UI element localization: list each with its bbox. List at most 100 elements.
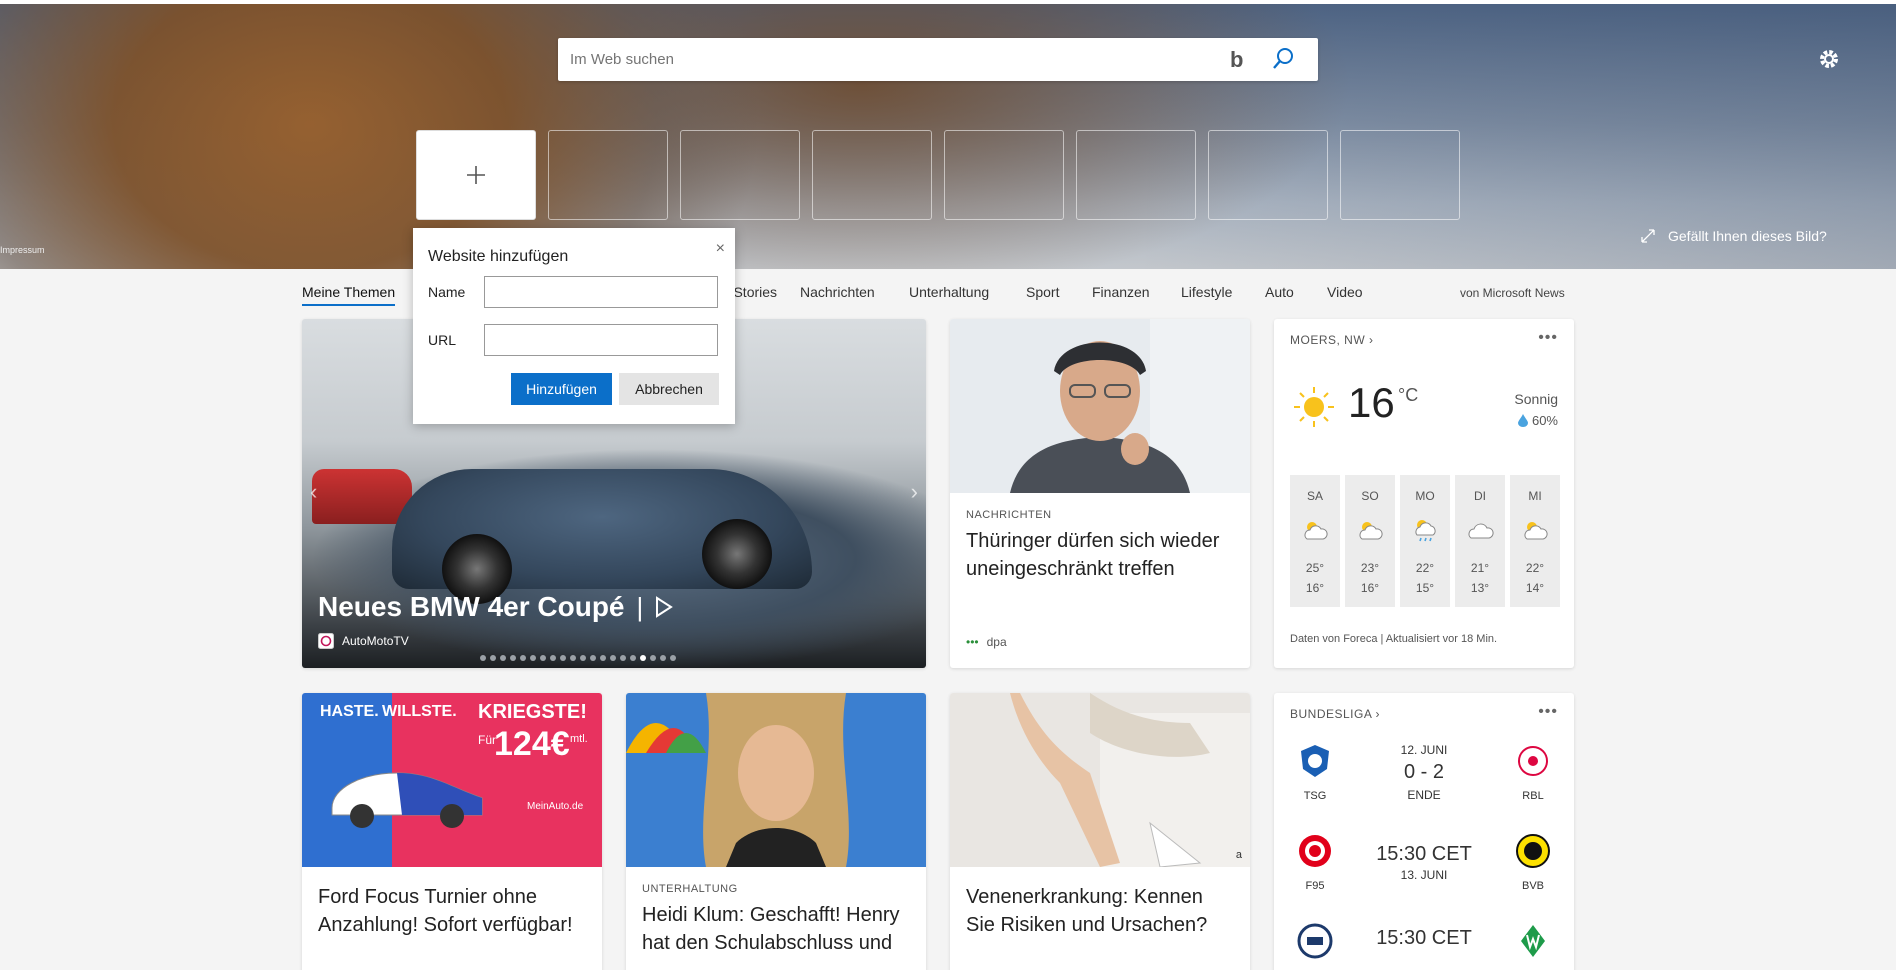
ad-title[interactable]: Ford Focus Turnier ohne Anzahlung! Sofor…	[318, 883, 586, 939]
news-card[interactable]: NACHRICHTEN Thüringer dürfen sich wieder…	[950, 319, 1250, 668]
tab-sport[interactable]: Sport	[1026, 284, 1059, 300]
empty-tile[interactable]	[944, 130, 1064, 220]
carousel-dot[interactable]	[640, 655, 646, 661]
carousel-dot[interactable]	[500, 655, 506, 661]
carousel-dot[interactable]	[540, 655, 546, 661]
tab-auto[interactable]: Auto	[1265, 284, 1294, 300]
news-category: UNTERHALTUNG	[642, 883, 738, 895]
search-input[interactable]	[570, 38, 1210, 81]
tab-meine-themen[interactable]: Meine Themen	[302, 284, 396, 306]
url-field[interactable]	[484, 324, 718, 356]
search-icon[interactable]	[1270, 46, 1296, 72]
carousel-dot[interactable]	[520, 655, 526, 661]
carousel-dot[interactable]	[610, 655, 616, 661]
bing-icon[interactable]: b	[1230, 47, 1254, 73]
gear-icon[interactable]	[1816, 46, 1842, 72]
carousel-dot[interactable]	[570, 655, 576, 661]
headline-text[interactable]: Neues BMW 4er Coupé	[318, 591, 625, 623]
name-field[interactable]	[484, 276, 718, 308]
high-temp: 25°	[1305, 561, 1325, 575]
empty-tile[interactable]	[1076, 130, 1196, 220]
team-logo-icon	[1297, 923, 1333, 959]
feedback-label[interactable]: Gefällt Ihnen dieses Bild?	[1668, 228, 1827, 244]
expand-icon[interactable]	[1640, 228, 1656, 244]
low-temp: 16°	[1305, 581, 1325, 595]
image-feedback[interactable]: Gefällt Ihnen dieses Bild?	[1640, 228, 1827, 244]
add-site-tile[interactable]	[416, 130, 536, 220]
carousel-dot[interactable]	[560, 655, 566, 661]
tab-unterhaltung[interactable]: Unterhaltung	[909, 284, 989, 300]
forecast-day[interactable]: MI 22° 14°	[1510, 475, 1560, 607]
empty-tile[interactable]	[1340, 130, 1460, 220]
location-label[interactable]: MOERS, NW	[1290, 333, 1365, 347]
news-title[interactable]: Thüringer dürfen sich wieder uneingeschr…	[966, 527, 1234, 583]
away-team[interactable]: BVB	[1508, 833, 1558, 892]
league-link[interactable]: BUNDESLIGA ›	[1290, 707, 1380, 721]
wheel	[702, 519, 772, 589]
carousel-dot[interactable]	[650, 655, 656, 661]
tab-lifestyle[interactable]: Lifestyle	[1181, 284, 1232, 300]
impressum-link[interactable]: Impressum	[0, 245, 45, 255]
more-options-icon[interactable]: •••	[1538, 329, 1558, 347]
home-team[interactable]: F95	[1290, 833, 1340, 892]
carousel-dot[interactable]	[600, 655, 606, 661]
news-source[interactable]: von Microsoft News	[1460, 286, 1565, 300]
car-image	[331, 772, 483, 828]
carousel-dot[interactable]	[670, 655, 676, 661]
weather-location[interactable]: MOERS, NW ›	[1290, 333, 1374, 347]
ad-title[interactable]: Venenerkrankung: Kennen Sie Risiken und …	[966, 883, 1234, 939]
tab-nachrichten[interactable]: Nachrichten	[800, 284, 875, 300]
temperature-unit[interactable]: °C	[1398, 385, 1418, 406]
ad-card[interactable]: a Venenerkrankung: Kennen Sie Risiken un…	[950, 693, 1250, 970]
news-card[interactable]: UNTERHALTUNG Heidi Klum: Geschafft! Henr…	[626, 693, 926, 970]
add-button[interactable]: Hinzufügen	[511, 373, 612, 405]
forecast-day[interactable]: SA 25° 16°	[1290, 475, 1340, 607]
carousel-headline[interactable]: Neues BMW 4er Coupé |	[318, 591, 674, 623]
carousel-dot[interactable]	[620, 655, 626, 661]
carousel-dot[interactable]	[510, 655, 516, 661]
news-title[interactable]: Heidi Klum: Geschafft! Henry hat den Sch…	[642, 901, 910, 957]
high-temp: 22°	[1525, 561, 1545, 575]
forecast-day[interactable]: MO 22° 15°	[1400, 475, 1450, 607]
home-team[interactable]: TSG	[1290, 743, 1340, 802]
tab-video[interactable]: Video	[1327, 284, 1363, 300]
carousel-dot[interactable]	[550, 655, 556, 661]
play-icon[interactable]	[655, 596, 674, 618]
ad-text: KRIEGSTE!	[478, 701, 587, 723]
empty-tile[interactable]	[1208, 130, 1328, 220]
team-name: BVB	[1521, 880, 1544, 892]
carousel-dot[interactable]	[580, 655, 586, 661]
forecast-day[interactable]: DI 21° 13°	[1455, 475, 1505, 607]
forecast-day[interactable]: SO 23° 16°	[1345, 475, 1395, 607]
empty-tile[interactable]	[680, 130, 800, 220]
chevron-left-icon[interactable]: ‹	[310, 479, 317, 505]
away-team[interactable]: RBL	[1508, 743, 1558, 802]
publisher: AutoMotoTV	[318, 633, 409, 649]
more-options-icon[interactable]: •••	[1538, 703, 1558, 721]
ad-card[interactable]: HASTE. WILLSTE. KRIEGSTE! Für 124€ mtl. …	[302, 693, 602, 970]
chevron-right-icon[interactable]: ›	[1369, 333, 1374, 347]
empty-tile[interactable]	[812, 130, 932, 220]
chevron-right-icon[interactable]: ›	[911, 479, 918, 505]
carousel-dot[interactable]	[480, 655, 486, 661]
search-box[interactable]: b	[558, 38, 1318, 81]
empty-tile[interactable]	[548, 130, 668, 220]
weather-card[interactable]: MOERS, NW › ••• 16 °C Sonnig 60% SA 25° 16…	[1274, 319, 1574, 668]
carousel-dot[interactable]	[630, 655, 636, 661]
cancel-button[interactable]: Abbrechen	[619, 373, 719, 405]
home-team[interactable]	[1290, 923, 1340, 970]
chevron-right-icon[interactable]: ›	[1376, 707, 1381, 721]
carousel-dot[interactable]	[590, 655, 596, 661]
match-row[interactable]: TSG 12. JUNI 0 - 2 ENDE RBL	[1290, 743, 1558, 823]
carousel-dot[interactable]	[530, 655, 536, 661]
league-label[interactable]: BUNDESLIGA	[1290, 707, 1372, 721]
away-team[interactable]	[1508, 923, 1558, 970]
tab-finanzen[interactable]: Finanzen	[1092, 284, 1150, 300]
match-row[interactable]: 15:30 CET	[1290, 923, 1558, 970]
kickoff-time: 15:30 CET	[1376, 843, 1472, 865]
carousel-dot[interactable]	[490, 655, 496, 661]
sports-card[interactable]: BUNDESLIGA › ••• TSG 12. JUNI 0 - 2 ENDE…	[1274, 693, 1574, 970]
close-icon[interactable]: ×	[716, 240, 725, 258]
match-row[interactable]: F95 15:30 CET 13. JUNI BVB	[1290, 833, 1558, 913]
carousel-dot[interactable]	[660, 655, 666, 661]
